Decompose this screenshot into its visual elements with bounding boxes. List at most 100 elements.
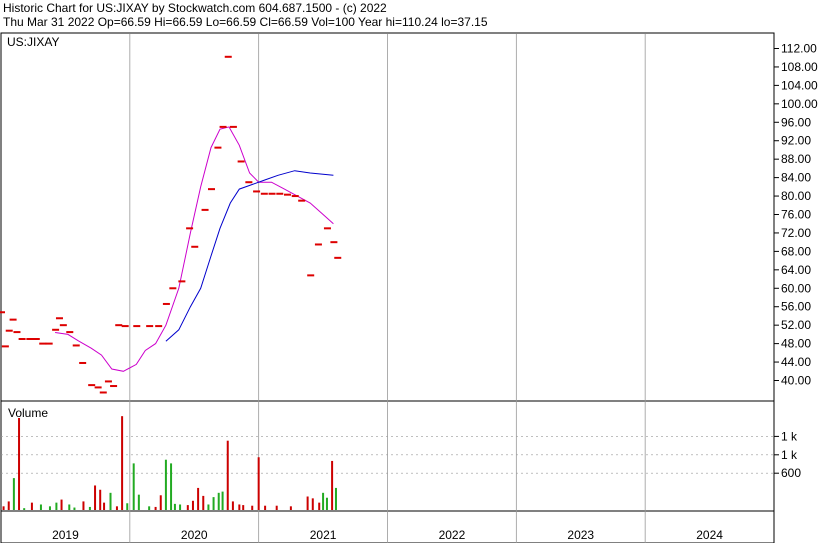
volume-bar xyxy=(132,463,135,510)
volume-bar xyxy=(12,478,15,510)
price-bar xyxy=(52,328,60,331)
price-bar xyxy=(110,385,118,388)
price-bar xyxy=(94,386,102,389)
price-bar xyxy=(88,384,96,387)
price-bar xyxy=(276,192,284,195)
price-tick-label: 44.00 xyxy=(781,355,811,369)
volume-bar xyxy=(82,501,85,510)
volume-tick-label: 1 k xyxy=(781,429,798,443)
volume-bar xyxy=(173,503,176,510)
volume-bar xyxy=(39,504,42,510)
volume-panel-title: Volume xyxy=(8,406,48,420)
price-bar xyxy=(162,302,170,305)
volume-bar xyxy=(7,501,10,510)
price-bar xyxy=(314,243,322,246)
price-bar xyxy=(224,55,232,58)
price-bar xyxy=(191,245,199,248)
price-bar xyxy=(155,325,163,328)
price-bar xyxy=(13,331,21,334)
short-moving-average-line xyxy=(55,126,334,372)
price-bar xyxy=(1,345,9,348)
volume-bar xyxy=(2,506,5,510)
price-tick-label: 92.00 xyxy=(781,134,811,148)
volume-bar xyxy=(311,498,314,510)
price-bar xyxy=(298,199,306,202)
price-tick-label: 48.00 xyxy=(781,337,811,351)
price-bar xyxy=(0,311,5,314)
volume-bar xyxy=(109,492,112,510)
price-bar xyxy=(178,280,186,283)
volume-bar xyxy=(88,506,91,510)
volume-bar xyxy=(48,506,51,510)
price-bar xyxy=(214,146,222,149)
price-tick-label: 84.00 xyxy=(781,171,811,185)
volume-bar xyxy=(179,504,182,510)
x-tick-label: 2024 xyxy=(696,528,723,542)
volume-bar xyxy=(331,460,334,510)
price-bar xyxy=(5,329,13,332)
price-bar xyxy=(307,274,315,277)
volume-bar xyxy=(99,489,102,510)
price-bar xyxy=(72,344,80,347)
price-bar xyxy=(268,192,276,195)
volume-bar xyxy=(264,505,267,510)
x-tick-label: 2021 xyxy=(310,528,337,542)
price-tick-label: 52.00 xyxy=(781,318,811,332)
price-bar xyxy=(186,227,194,230)
price-volume-chart: 2019 2020 2021 2022 2023 2024 112.00 108.00 104.… xyxy=(0,32,818,543)
long-moving-average-line xyxy=(165,170,334,342)
volume-bar xyxy=(18,418,21,510)
volume-tick-label: 600 xyxy=(781,466,801,480)
volume-bar xyxy=(318,502,321,510)
price-bar xyxy=(133,325,141,328)
volume-bar xyxy=(202,495,205,510)
volume-bar xyxy=(115,506,118,510)
price-bar xyxy=(237,160,245,163)
x-tick-label: 2020 xyxy=(181,528,208,542)
volume-bar xyxy=(170,463,173,510)
price-bar xyxy=(207,188,215,191)
price-tick-label: 68.00 xyxy=(781,244,811,258)
volume-bar xyxy=(186,505,189,510)
price-tick-label: 112.00 xyxy=(781,42,817,56)
price-bar xyxy=(169,287,177,290)
volume-bar xyxy=(23,508,26,510)
price-tick-label: 96.00 xyxy=(781,115,811,129)
price-panel-title: US:JIXAY xyxy=(7,35,59,49)
volume-bar xyxy=(231,501,234,510)
price-tick-label: 40.00 xyxy=(781,374,811,388)
price-bar xyxy=(79,361,87,364)
price-bar xyxy=(104,380,112,383)
price-tick-label: 80.00 xyxy=(781,189,811,203)
price-bar xyxy=(99,391,107,394)
price-bar xyxy=(260,192,268,195)
price-bar xyxy=(229,125,237,128)
price-tick-label: 64.00 xyxy=(781,263,811,277)
price-bar xyxy=(201,208,209,211)
price-bar xyxy=(9,318,17,321)
volume-bar xyxy=(217,492,220,510)
volume-bar xyxy=(164,459,167,510)
price-tick-label: 108.00 xyxy=(781,60,818,74)
price-bar xyxy=(323,227,331,230)
volume-bar xyxy=(137,494,140,510)
volume-bar xyxy=(148,506,151,510)
price-bar xyxy=(59,324,67,327)
volume-bar xyxy=(121,416,124,510)
volume-bar xyxy=(30,502,33,510)
volume-bar xyxy=(154,506,157,510)
price-tick-label: 100.00 xyxy=(781,97,818,111)
volume-bar xyxy=(289,506,292,510)
price-tick-label: 76.00 xyxy=(781,208,811,222)
price-bar xyxy=(45,342,53,345)
volume-bar xyxy=(306,496,309,510)
volume-bar xyxy=(212,497,215,510)
price-bar xyxy=(18,338,26,340)
price-bar xyxy=(330,241,338,244)
price-tick-label: 104.00 xyxy=(781,78,818,92)
price-bar xyxy=(291,195,299,198)
price-bar xyxy=(66,331,74,334)
volume-bar xyxy=(191,500,194,510)
volume-bar xyxy=(159,495,162,510)
volume-bar xyxy=(207,504,210,510)
